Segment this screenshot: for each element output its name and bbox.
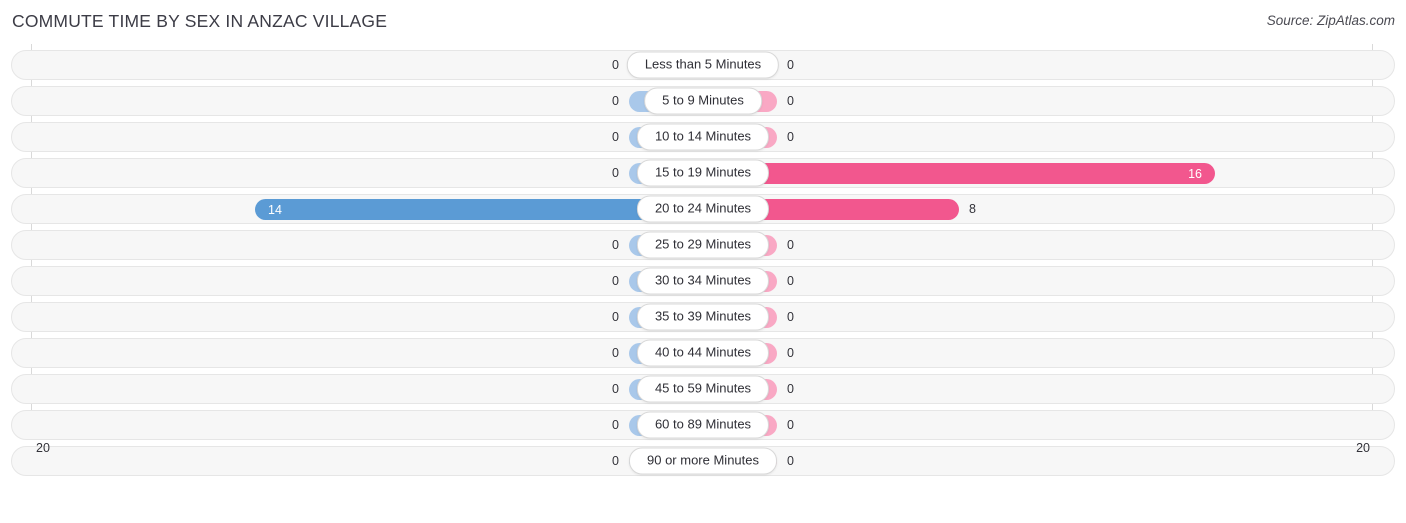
category-label: 60 to 89 Minutes xyxy=(636,411,770,439)
female-value-label: 0 xyxy=(787,346,794,360)
male-value-label: 0 xyxy=(612,94,619,108)
table-row: 0 0 Less than 5 Minutes xyxy=(11,50,1395,80)
male-value-label: 0 xyxy=(612,382,619,396)
female-value-label: 0 xyxy=(787,382,794,396)
table-row: 0 0 45 to 59 Minutes xyxy=(11,374,1395,404)
chart-header: COMMUTE TIME BY SEX IN ANZAC VILLAGE Sou… xyxy=(0,0,1406,44)
female-value-label: 0 xyxy=(787,418,794,432)
male-value-label: 0 xyxy=(612,418,619,432)
table-row: 0 0 40 to 44 Minutes xyxy=(11,338,1395,368)
male-value-label: 0 xyxy=(612,238,619,252)
category-label: 35 to 39 Minutes xyxy=(636,303,770,331)
female-value-label: 0 xyxy=(787,94,794,108)
table-row: 0 0 25 to 29 Minutes xyxy=(11,230,1395,260)
female-value-label: 8 xyxy=(969,202,976,216)
male-value-label: 0 xyxy=(612,58,619,72)
table-row: 0 0 60 to 89 Minutes xyxy=(11,410,1395,440)
table-row: 0 0 5 to 9 Minutes xyxy=(11,86,1395,116)
male-value-label: 0 xyxy=(612,130,619,144)
table-row: 0 0 35 to 39 Minutes xyxy=(11,302,1395,332)
table-row: 0 16 15 to 19 Minutes xyxy=(11,158,1395,188)
female-value-label: 0 xyxy=(787,130,794,144)
male-value-label: 0 xyxy=(612,166,619,180)
source-attribution: Source: ZipAtlas.com xyxy=(1266,13,1395,28)
table-row: 0 0 30 to 34 Minutes xyxy=(11,266,1395,296)
category-label: Less than 5 Minutes xyxy=(626,51,780,79)
chart-plot-area: 0 0 Less than 5 Minutes 0 0 5 to 9 Minutes 0 0 1… xyxy=(0,44,1406,481)
category-label: 25 to 29 Minutes xyxy=(636,231,770,259)
category-label: 20 to 24 Minutes xyxy=(636,195,770,223)
category-label: 40 to 44 Minutes xyxy=(636,339,770,367)
category-label: 45 to 59 Minutes xyxy=(636,375,770,403)
male-value-label: 0 xyxy=(612,346,619,360)
male-value-label: 0 xyxy=(612,310,619,324)
table-row: 0 0 10 to 14 Minutes xyxy=(11,122,1395,152)
female-value-label: 0 xyxy=(787,238,794,252)
category-label: 15 to 19 Minutes xyxy=(636,159,770,187)
male-value-label: 0 xyxy=(612,274,619,288)
category-label: 5 to 9 Minutes xyxy=(644,87,762,115)
female-bar[interactable]: 16 xyxy=(703,163,1215,184)
category-label: 30 to 34 Minutes xyxy=(636,267,770,295)
table-row: 8 14 20 to 24 Minutes xyxy=(11,194,1395,224)
female-value-label: 16 xyxy=(1188,166,1202,181)
category-label: 90 or more Minutes xyxy=(629,447,777,475)
female-value-label: 0 xyxy=(787,310,794,324)
female-value-label: 0 xyxy=(787,58,794,72)
bar-rows: 0 0 Less than 5 Minutes 0 0 5 to 9 Minutes 0 0 1… xyxy=(0,50,1406,482)
male-bar[interactable]: 14 xyxy=(255,199,703,220)
male-value-label: 14 xyxy=(268,202,282,217)
category-label: 10 to 14 Minutes xyxy=(636,123,770,151)
page-title: COMMUTE TIME BY SEX IN ANZAC VILLAGE xyxy=(12,11,388,31)
female-value-label: 0 xyxy=(787,274,794,288)
